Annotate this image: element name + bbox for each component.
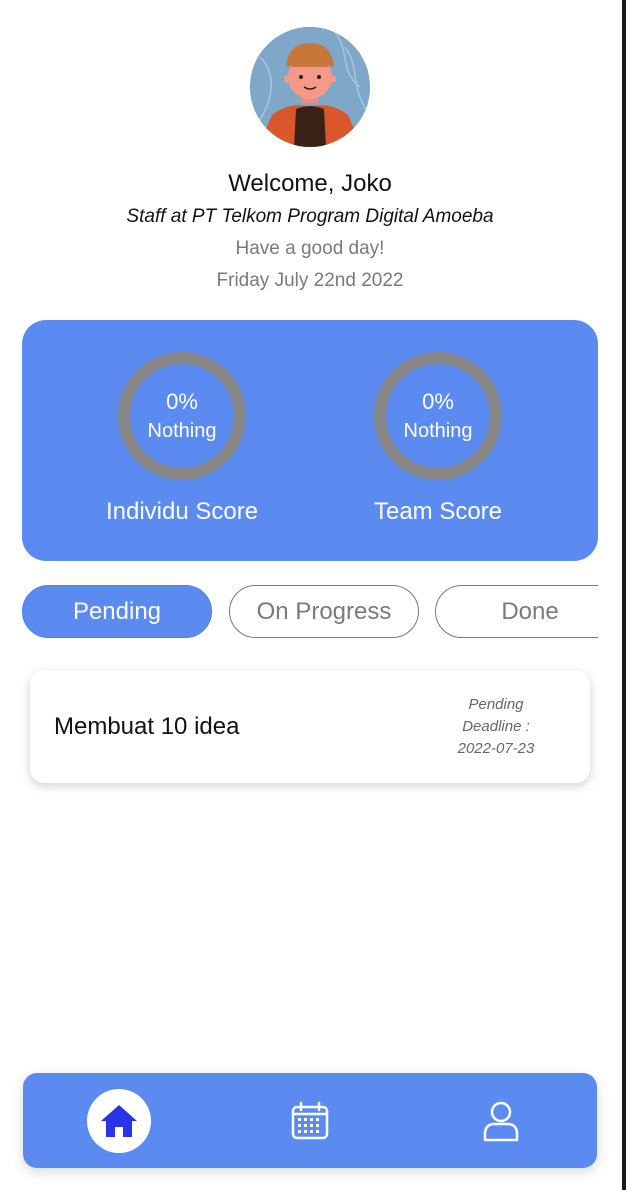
tab-pending[interactable]: Pending bbox=[22, 585, 212, 638]
individu-score-label: Individu Score bbox=[105, 498, 259, 525]
date-text: Friday July 22nd 2022 bbox=[216, 270, 404, 291]
task-title: Membuat 10 idea bbox=[54, 713, 240, 740]
avatar[interactable] bbox=[250, 27, 370, 147]
home-icon bbox=[101, 1105, 137, 1137]
tab-on-progress[interactable]: On Progress bbox=[229, 585, 419, 638]
role-text: Staff at PT Telkom Program Digital Amoeb… bbox=[126, 206, 494, 227]
tab-done[interactable]: Done bbox=[435, 585, 598, 638]
task-card[interactable]: Membuat 10 idea Pending Deadline : 2022-… bbox=[30, 670, 590, 783]
score-card: 0% Nothing Individu Score 0% Nothing Tea… bbox=[22, 320, 598, 561]
bottom-nav bbox=[23, 1073, 597, 1168]
individu-score-ring: 0% Nothing bbox=[118, 352, 246, 480]
individu-score-status: Nothing bbox=[147, 420, 217, 442]
screen-edge bbox=[622, 0, 626, 1190]
task-status: Pending bbox=[468, 696, 524, 713]
task-deadline-label: Deadline : bbox=[462, 718, 530, 735]
calendar-icon bbox=[291, 1101, 329, 1140]
individu-score-percent: 0% bbox=[166, 389, 198, 414]
individu-score: 0% Nothing Individu Score bbox=[82, 352, 282, 526]
welcome-text: Welcome, Joko bbox=[228, 170, 392, 197]
greeting-text: Have a good day! bbox=[235, 238, 385, 259]
team-score-label: Team Score bbox=[373, 498, 503, 525]
team-score-percent: 0% bbox=[422, 389, 454, 414]
team-score: 0% Nothing Team Score bbox=[338, 352, 538, 526]
nav-profile-button[interactable] bbox=[469, 1089, 533, 1153]
avatar-illustration bbox=[250, 27, 370, 147]
status-tabs: Pending On Progress Done bbox=[22, 585, 598, 638]
team-score-status: Nothing bbox=[403, 420, 473, 442]
team-score-ring: 0% Nothing bbox=[374, 352, 502, 480]
task-deadline: 2022-07-23 bbox=[457, 740, 535, 757]
nav-home-button[interactable] bbox=[87, 1089, 151, 1153]
nav-calendar-button[interactable] bbox=[278, 1089, 342, 1153]
task-meta: Pending Deadline : 2022-07-23 bbox=[436, 694, 556, 760]
user-icon bbox=[483, 1101, 519, 1142]
